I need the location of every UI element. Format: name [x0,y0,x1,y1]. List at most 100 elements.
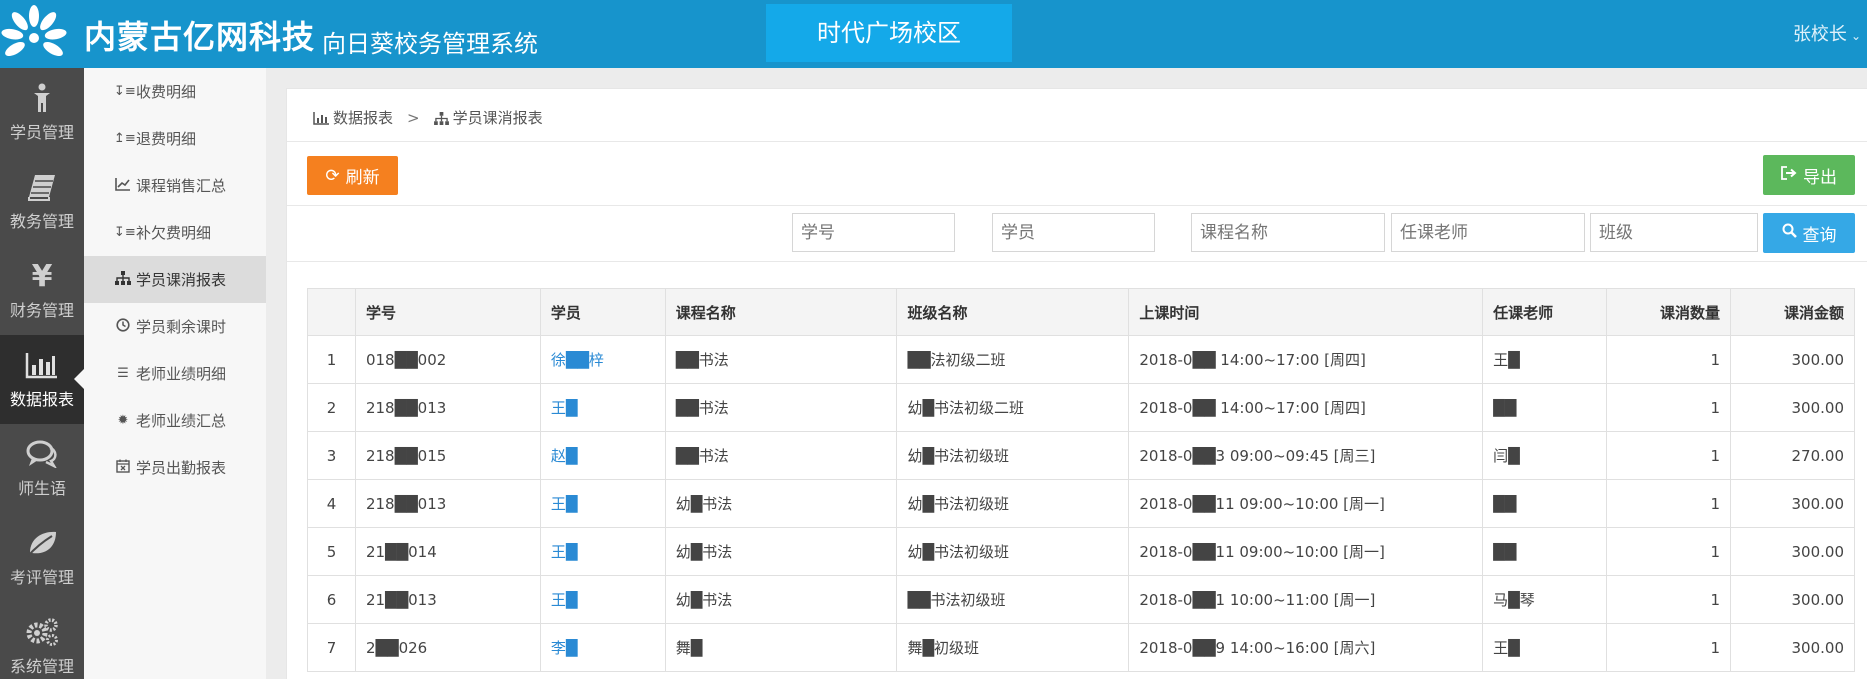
cell-time: 2018-0██11 09:00~10:00 [周一] [1128,527,1484,576]
nav-teacher-student-talk[interactable]: 师生语 [0,424,84,513]
sort-amount-up-icon: ↥≡ [114,131,136,146]
cell-course: 幼█书法 [664,575,898,624]
cell-student-link[interactable]: 王█ [539,383,666,432]
top-header: 内蒙古亿网科技 向日葵校务管理系统 时代广场校区 张校长 ⌄ [0,0,1867,68]
table-row: 5 21██014 王█ 幼█书法 幼█书法初级班 2018-0██11 09:… [307,527,1855,576]
cell-index: 4 [307,479,356,528]
cell-amount: 300.00 [1730,383,1855,432]
export-button[interactable]: 导出 [1763,155,1855,195]
cell-index: 6 [307,575,356,624]
user-menu[interactable]: 张校长 ⌄ [1793,20,1861,46]
sub-item-refund-details[interactable]: ↥≡ 退费明细 [84,115,266,162]
sub-item-course-sales-summary[interactable]: 课程销售汇总 [84,162,266,209]
gears-icon [0,614,84,650]
cell-student-link[interactable]: 李█ [539,623,666,672]
brand-name: 内蒙古亿网科技 [84,18,316,56]
sitemap-icon [114,270,132,289]
sunflower-logo-icon [1,5,67,56]
book-icon [0,169,84,205]
table-row: 4 218██013 王█ 幼█书法 幼█书法初级班 2018-0██11 09… [307,479,1855,528]
class-input[interactable] [1590,213,1758,252]
cell-index: 1 [307,335,356,384]
sub-item-teacher-performance-summary[interactable]: ✹ 老师业绩汇总 [84,397,266,444]
cell-student-id: 21██014 [354,527,541,576]
column-header-amount[interactable]: 课消金额 [1730,288,1855,336]
column-header-student-id[interactable]: 学号 [354,288,541,336]
course-name-input[interactable] [1191,213,1385,252]
student-name-input[interactable] [992,213,1155,252]
column-header-class[interactable]: 班级名称 [896,288,1130,336]
clock-icon [114,317,132,336]
search-icon [1782,223,1797,243]
cell-student-id: 218██013 [354,479,541,528]
person-icon [0,80,84,116]
teacher-input[interactable] [1391,213,1585,252]
sub-item-remaining-hours[interactable]: 学员剩余课时 [84,303,266,350]
bar-chart-icon [0,347,84,383]
cell-index: 2 [307,383,356,432]
nav-finance-management[interactable]: ¥ 财务管理 [0,246,84,335]
yen-icon: ¥ [31,258,53,294]
sub-item-label: 学员课消报表 [136,271,227,289]
cell-class: 幼█书法初级班 [896,527,1130,576]
cell-quantity: 1 [1606,623,1732,672]
sub-item-attendance-report[interactable]: 学员出勤报表 [84,444,266,491]
cell-time: 2018-0██11 09:00~10:00 [周一] [1128,479,1484,528]
cell-student-id: 218██015 [354,431,541,480]
table-row: 1 018██002 徐██梓 ██书法 ██法初级二班 2018-0██ 14… [307,335,1855,384]
cell-amount: 300.00 [1730,527,1855,576]
column-header-teacher[interactable]: 任课老师 [1482,288,1608,336]
cell-index: 3 [307,431,356,480]
active-indicator [74,369,84,389]
sub-item-arrears-details[interactable]: ↧≡ 补欠费明细 [84,209,266,256]
sub-item-label: 收费明细 [136,83,197,101]
list-icon: ☰ [117,366,129,381]
campus-selector[interactable]: 时代广场校区 [766,4,1012,62]
cell-course: 舞█ [664,623,898,672]
student-id-input[interactable] [792,213,955,252]
cell-teacher: ██ [1482,479,1608,528]
calendar-x-icon [114,459,132,477]
cell-time: 2018-0██3 09:00~09:45 [周三] [1128,431,1484,480]
nav-system-management[interactable]: 系统管理 [0,602,84,679]
cell-course: ██书法 [664,335,898,384]
column-header-time[interactable]: 上课时间 [1128,288,1484,336]
sub-item-label: 学员出勤报表 [136,459,227,477]
nav-academic-management[interactable]: 教务管理 [0,157,84,246]
cell-course: ██书法 [664,383,898,432]
sub-item-student-consumption-report[interactable]: 学员课消报表 [84,256,266,303]
cell-student-link[interactable]: 王█ [539,479,666,528]
column-header-student[interactable]: 学员 [539,288,666,336]
breadcrumb-separator: > [407,109,420,127]
cell-student-id: 018██002 [354,335,541,384]
nav-student-management[interactable]: 学员管理 [0,68,84,157]
breadcrumb-current: 学员课消报表 [452,109,543,127]
column-header-index [307,288,356,336]
search-button[interactable]: 查询 [1763,213,1855,253]
cell-quantity: 1 [1606,479,1732,528]
breadcrumb-root[interactable]: 数据报表 [333,109,393,127]
nav-label: 系统管理 [9,657,74,676]
cell-teacher: 王█ [1482,623,1608,672]
nav-data-reports[interactable]: 数据报表 [0,335,84,424]
nav-label: 师生语 [17,479,66,498]
cell-time: 2018-0██ 14:00~17:00 [周四] [1128,383,1484,432]
cell-time: 2018-0██ 14:00~17:00 [周四] [1128,335,1484,384]
sub-item-fee-details[interactable]: ↧≡ 收费明细 [84,68,266,115]
column-header-quantity[interactable]: 课消数量 [1606,288,1732,336]
cell-student-link[interactable]: 王█ [539,527,666,576]
nav-evaluation-management[interactable]: 考评管理 [0,513,84,602]
cell-student-link[interactable]: 徐██梓 [539,335,666,384]
report-panel: 数据报表 > 学员课消报表 ⟳刷新 导出 查询 学号 学员 课程名称 [286,88,1867,679]
refresh-button[interactable]: ⟳ 刷新 [307,156,398,195]
column-header-course[interactable]: 课程名称 [664,288,898,336]
cell-student-link[interactable]: 赵█ [539,431,666,480]
divider [287,141,1867,142]
cell-student-id: 21██013 [354,575,541,624]
cell-amount: 300.00 [1730,623,1855,672]
sort-amount-down-icon: ↧≡ [114,225,136,240]
cell-student-link[interactable]: 王█ [539,575,666,624]
sub-item-label: 老师业绩汇总 [136,412,227,430]
sub-item-teacher-performance-details[interactable]: ☰ 老师业绩明细 [84,350,266,397]
cell-quantity: 1 [1606,575,1732,624]
